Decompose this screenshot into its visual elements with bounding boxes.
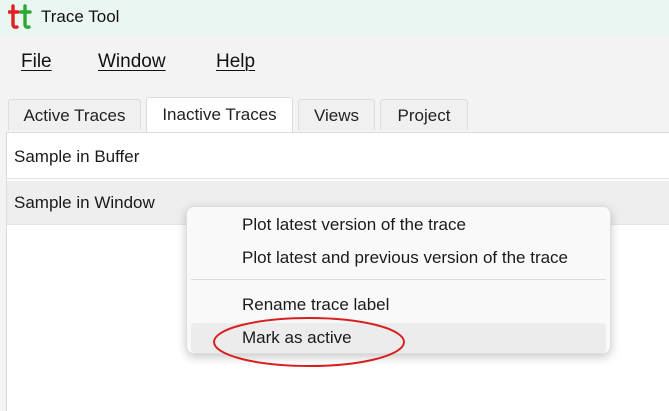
tab-project[interactable]: Project bbox=[380, 99, 468, 130]
tab-inactive-traces[interactable]: Inactive Traces bbox=[146, 97, 293, 132]
menu-item-rename-trace-label[interactable]: Rename trace label bbox=[191, 290, 606, 320]
title-bar: Trace Tool bbox=[0, 0, 669, 36]
tab-active-traces[interactable]: Active Traces bbox=[8, 99, 141, 130]
menu-help[interactable]: Help bbox=[216, 51, 255, 73]
context-menu: Plot latest version of the trace Plot la… bbox=[186, 206, 611, 354]
tab-bar: Active Traces Inactive Traces Views Proj… bbox=[0, 90, 669, 132]
menu-file[interactable]: File bbox=[21, 51, 52, 73]
menu-separator bbox=[191, 279, 606, 280]
tt-logo-icon bbox=[8, 4, 32, 29]
app-title: Trace Tool bbox=[41, 7, 120, 26]
app-window: Trace Tool File Window Help Active Trace… bbox=[0, 0, 669, 411]
tab-views[interactable]: Views bbox=[298, 99, 375, 130]
menu-item-plot-latest-and-previous[interactable]: Plot latest and previous version of the … bbox=[191, 243, 606, 273]
menu-bar: File Window Help bbox=[0, 36, 669, 90]
menu-window[interactable]: Window bbox=[98, 51, 166, 73]
list-item-sample-in-buffer[interactable]: Sample in Buffer bbox=[7, 135, 669, 179]
menu-item-mark-as-active[interactable]: Mark as active bbox=[191, 323, 606, 353]
menu-item-plot-latest[interactable]: Plot latest version of the trace bbox=[191, 210, 606, 240]
